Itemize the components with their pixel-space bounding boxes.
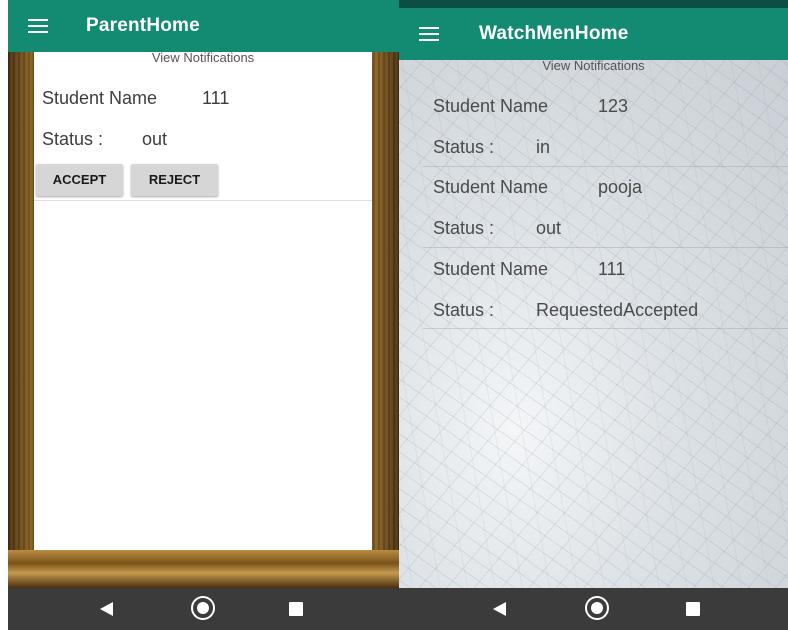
view-notifications-header: View Notifications bbox=[151, 50, 255, 65]
app-bar: ParentHome bbox=[8, 0, 399, 52]
recents-square-icon[interactable] bbox=[289, 602, 303, 616]
student-name-label: Student Name bbox=[433, 259, 549, 279]
app-title: WatchMenHome bbox=[479, 23, 629, 44]
status-value: in bbox=[536, 137, 551, 157]
student-name-label: Student Name bbox=[433, 177, 549, 197]
back-triangle-icon[interactable] bbox=[493, 602, 506, 616]
system-nav-bar bbox=[399, 588, 788, 630]
app-title: ParentHome bbox=[86, 15, 200, 36]
list-divider bbox=[423, 247, 788, 248]
parent-home-screen: View Notifications Student Name 111 Stat… bbox=[8, 0, 399, 630]
reject-button[interactable]: REJECT bbox=[131, 164, 218, 196]
list-divider bbox=[423, 166, 788, 167]
status-label: Status : bbox=[433, 137, 495, 157]
wooden-frame-background: View Notifications Student Name 111 Stat… bbox=[8, 50, 399, 588]
list-divider bbox=[34, 200, 372, 201]
status-label: Status : bbox=[433, 218, 495, 238]
view-notifications-header: View Notifications bbox=[542, 58, 645, 73]
system-nav-bar bbox=[8, 588, 399, 630]
student-name-label: Student Name bbox=[42, 88, 158, 108]
list-divider bbox=[423, 328, 788, 329]
status-value: out bbox=[142, 129, 168, 149]
student-name-value: pooja bbox=[598, 177, 643, 197]
student-name-value: 111 bbox=[598, 259, 626, 279]
frost-background: View Notifications Student Name 123 Stat… bbox=[399, 58, 788, 588]
app-bar: WatchMenHome bbox=[399, 8, 788, 60]
back-triangle-icon[interactable] bbox=[100, 602, 113, 616]
student-name-label: Student Name bbox=[433, 96, 549, 116]
student-name-value: 111 bbox=[202, 88, 230, 108]
status-value: out bbox=[536, 218, 562, 238]
wooden-frame-bottom bbox=[8, 550, 399, 588]
hamburger-icon[interactable] bbox=[419, 27, 439, 41]
watchmen-home-screen: View Notifications Student Name 123 Stat… bbox=[399, 0, 788, 630]
hamburger-icon[interactable] bbox=[28, 19, 48, 33]
home-circle-icon[interactable] bbox=[191, 596, 215, 620]
recents-square-icon[interactable] bbox=[686, 602, 700, 616]
student-name-value: 123 bbox=[598, 96, 629, 116]
status-bar bbox=[399, 0, 788, 8]
status-label: Status : bbox=[42, 129, 104, 149]
notification-panel: View Notifications Student Name 111 Stat… bbox=[34, 50, 372, 556]
status-label: Status : bbox=[433, 300, 495, 320]
accept-button[interactable]: ACCEPT bbox=[36, 164, 123, 196]
status-value: RequestedAccepted bbox=[536, 300, 699, 320]
home-circle-icon[interactable] bbox=[585, 596, 609, 620]
